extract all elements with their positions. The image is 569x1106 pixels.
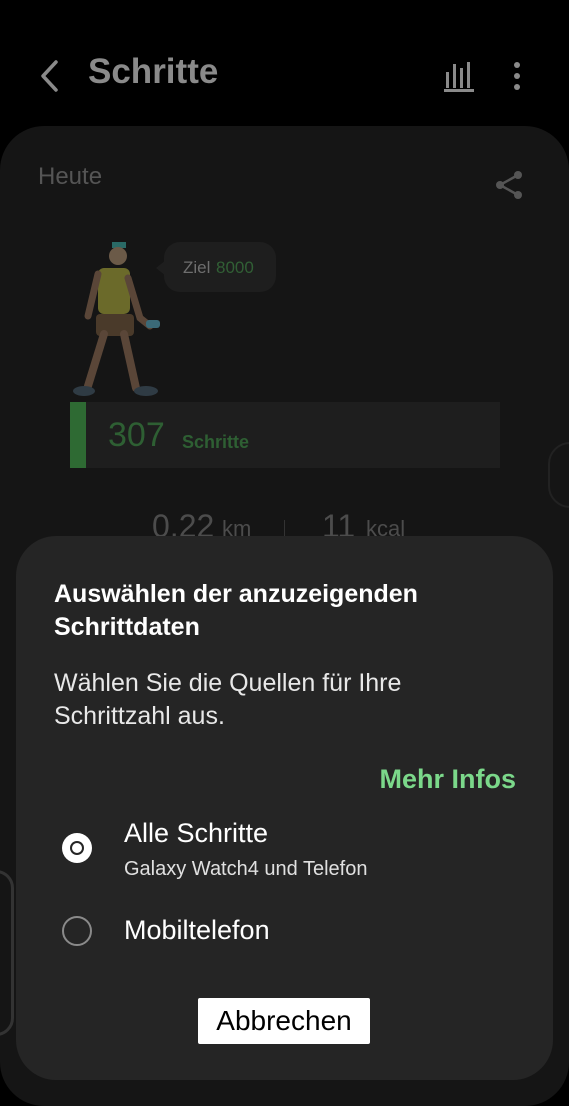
more-info-link[interactable]: Mehr Infos (379, 764, 516, 795)
steps-count: 307 (108, 416, 165, 454)
page-title: Schritte (88, 52, 219, 91)
option-all-steps-label[interactable]: Alle Schritte (124, 818, 268, 849)
dialog-title: Auswählen der anzuzeigenden Schrittdaten (54, 580, 418, 641)
chart-button[interactable] (442, 58, 476, 94)
more-options-button[interactable] (504, 58, 530, 94)
back-button[interactable] (36, 56, 66, 96)
more-vertical-icon (514, 62, 520, 90)
share-icon (496, 171, 522, 199)
side-handle (548, 442, 569, 508)
option-mobile-phone-label[interactable]: Mobiltelefon (124, 915, 270, 946)
steps-progress-fill (70, 402, 86, 468)
goal-value: 8000 (216, 258, 254, 277)
chevron-left-icon (41, 60, 58, 92)
radio-mobile-phone[interactable] (62, 916, 92, 946)
day-label: Heute (38, 163, 103, 190)
share-button[interactable] (492, 168, 526, 202)
walker-illustration (68, 238, 168, 400)
left-edge-handle (0, 870, 14, 1036)
bar-chart-icon (444, 62, 474, 92)
cancel-button[interactable]: Abbrechen (198, 998, 370, 1044)
goal-label: Ziel (183, 258, 211, 277)
dialog-description: Wählen Sie die Quellen für Ihre Schrittz… (54, 669, 402, 730)
steps-unit: Schritte (182, 432, 250, 452)
radio-all-steps[interactable] (62, 833, 92, 863)
option-all-steps-sublabel: Galaxy Watch4 und Telefon (124, 858, 368, 880)
